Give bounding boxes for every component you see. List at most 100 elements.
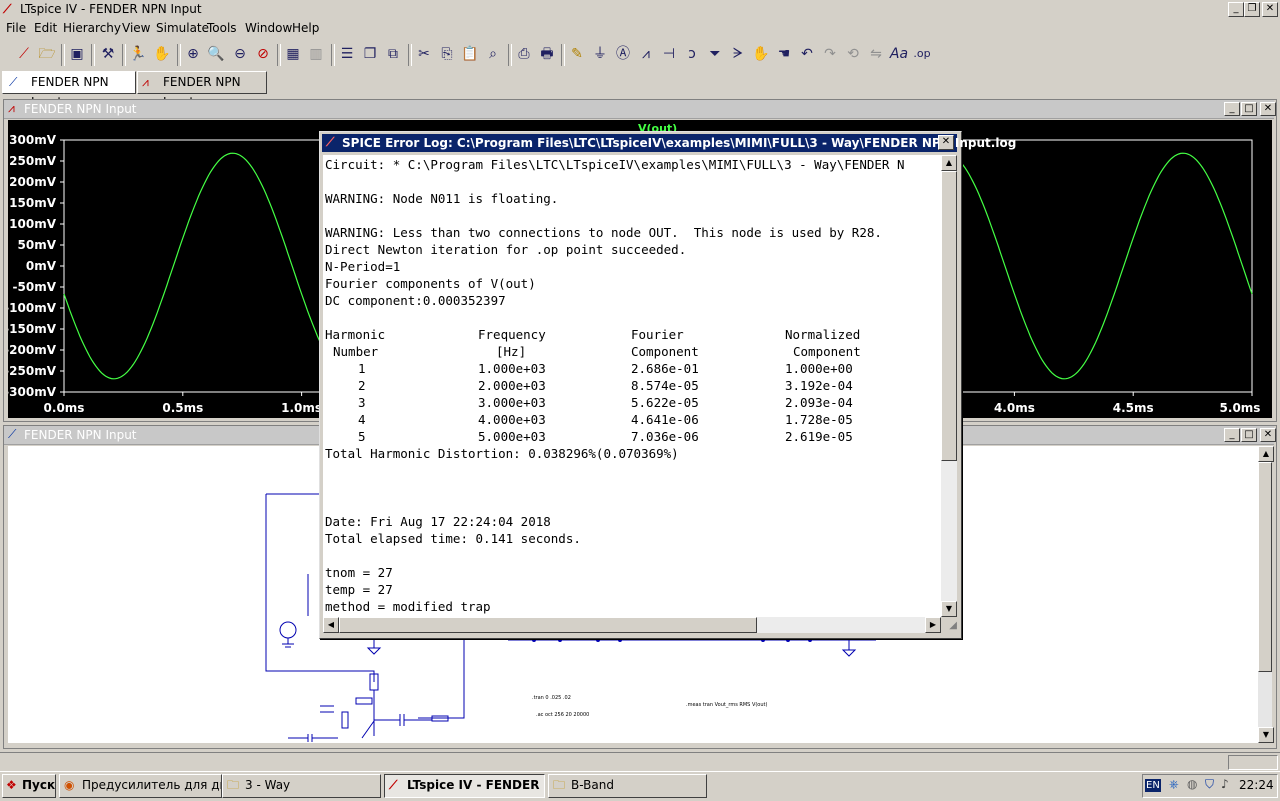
autorange-icon[interactable]: ▦ <box>283 44 303 64</box>
scroll-up-button[interactable]: ▲ <box>1258 446 1274 462</box>
minimize-button[interactable]: _ <box>1224 428 1240 442</box>
signal-source[interactable] <box>279 621 297 639</box>
scroll-up-button[interactable]: ▲ <box>941 155 957 171</box>
run-icon[interactable]: 🏃 <box>128 44 148 64</box>
volume-icon[interactable]: ♪ <box>1221 777 1229 791</box>
close-button[interactable]: ✕ <box>1260 102 1276 116</box>
toolbar-separator <box>177 44 181 66</box>
new-schematic-icon[interactable]: ⟋ <box>14 44 34 64</box>
mirror-icon[interactable]: ⇋ <box>866 44 886 64</box>
resize-grip-icon[interactable]: ◢ <box>943 619 957 633</box>
menu-hierarchy[interactable]: Hierarchy <box>63 21 121 35</box>
transistor[interactable] <box>361 690 375 739</box>
task-browser[interactable]: ◉ Предусилитель для ди... <box>59 774 222 798</box>
spice-directive-ac[interactable]: .ac oct 256 20 20000 <box>536 712 589 718</box>
resistor[interactable] <box>355 697 373 705</box>
ground-icon[interactable]: ⏚ <box>590 44 610 64</box>
log-text-area[interactable]: Circuit: * C:\Program Files\LTC\LTspiceI… <box>323 155 941 617</box>
text-icon[interactable]: Aa <box>889 44 909 64</box>
wire-icon[interactable]: ✎ <box>567 44 587 64</box>
dialog-close-button[interactable]: ✕ <box>938 135 954 150</box>
task-folder-3way[interactable]: 🗀 3 - Way <box>222 774 381 798</box>
menu-tools[interactable]: Tools <box>207 21 237 35</box>
network-icon[interactable]: ⎈ <box>1169 777 1179 792</box>
maximize-button[interactable]: □ <box>1241 428 1257 442</box>
scroll-down-button[interactable]: ▼ <box>1258 727 1274 743</box>
spice-directive-tran[interactable]: .tran 0 .025 .02 <box>532 695 571 701</box>
tab-schematic[interactable]: ⟋ FENDER NPN Input <box>2 71 136 109</box>
y-tick-label: 250mV <box>9 154 57 168</box>
task-folder-bband[interactable]: 🗀 B-Band <box>548 774 707 798</box>
diode-icon[interactable]: ⏷ <box>705 44 725 64</box>
zoom-out-icon[interactable]: ⊖ <box>230 44 250 64</box>
print-icon[interactable]: 🖶 <box>537 44 557 64</box>
rotate-icon[interactable]: ⟲ <box>843 44 863 64</box>
y-tick-label: -50mV <box>13 280 57 294</box>
find-icon[interactable]: ⌕ <box>483 44 503 64</box>
pan-icon[interactable]: 🔍 <box>206 44 226 64</box>
cascade-icon[interactable]: ❐ <box>360 44 380 64</box>
redo-icon[interactable]: ↷ <box>820 44 840 64</box>
spice-directive-icon[interactable]: .op <box>912 44 932 64</box>
maximize-button[interactable]: □ <box>1241 102 1257 116</box>
scroll-left-button[interactable]: ◀ <box>323 617 339 633</box>
save-icon[interactable]: ▣ <box>67 44 87 64</box>
drag-icon[interactable]: ☚ <box>774 44 794 64</box>
close-button[interactable]: ✕ <box>1260 428 1276 442</box>
menu-help[interactable]: Help <box>292 21 319 35</box>
scroll-thumb[interactable] <box>339 617 757 633</box>
cut-icon[interactable]: ✂ <box>414 44 434 64</box>
zoom-fit-icon[interactable]: ⊘ <box>253 44 273 64</box>
minimize-button[interactable]: _ <box>1224 102 1240 116</box>
y-tick-label: -250mV <box>8 364 57 378</box>
component-icon[interactable]: ᗒ <box>728 44 748 64</box>
log-vertical-scrollbar[interactable]: ▲ ▼ <box>941 155 957 617</box>
antivirus-icon[interactable]: ⛉ <box>1205 777 1214 792</box>
grid-icon[interactable]: ▥ <box>306 44 326 64</box>
table-cell: 2.619e-05 <box>785 429 853 444</box>
clock[interactable]: 22:24 <box>1239 778 1274 792</box>
capacitor[interactable] <box>307 705 334 742</box>
copy-icon[interactable]: ⎘ <box>437 44 457 64</box>
start-button[interactable]: ❖ Пуск <box>2 774 56 798</box>
move-icon[interactable]: ✋ <box>751 44 771 64</box>
tile-horizontal-icon[interactable]: ☰ <box>337 44 357 64</box>
minimize-button[interactable]: _ <box>1228 2 1244 17</box>
inductor-icon[interactable]: ↄ <box>682 44 702 64</box>
folder-icon: 🗀 <box>553 778 566 792</box>
menu-window[interactable]: Window <box>245 21 292 35</box>
capacitor[interactable] <box>374 714 432 726</box>
restore-button[interactable]: ❐ <box>1244 2 1260 17</box>
close-button[interactable]: ✕ <box>1262 2 1278 17</box>
tile-vertical-icon[interactable]: ⧉ <box>383 44 403 64</box>
scroll-thumb[interactable] <box>1258 462 1272 672</box>
task-ltspice[interactable]: ⟋ LTspice IV - FENDER N... <box>384 774 545 798</box>
schematic-vertical-scrollbar[interactable]: ▲ ▼ <box>1258 446 1274 743</box>
resistor-icon[interactable]: ⩘ <box>636 44 656 64</box>
tab-waveform[interactable]: ⩘ FENDER NPN Input <box>137 71 267 109</box>
menu-view[interactable]: View <box>122 21 150 35</box>
toolbar-separator <box>122 44 126 66</box>
label-net-icon[interactable]: Ⓐ <box>613 44 633 64</box>
scroll-down-button[interactable]: ▼ <box>941 601 957 617</box>
language-indicator[interactable]: EN <box>1145 779 1161 792</box>
update-icon[interactable]: ◍ <box>1187 777 1197 791</box>
zoom-in-icon[interactable]: ⊕ <box>183 44 203 64</box>
undo-icon[interactable]: ↶ <box>797 44 817 64</box>
scroll-right-button[interactable]: ▶ <box>925 617 941 633</box>
capacitor-icon[interactable]: ⊣ <box>659 44 679 64</box>
scroll-thumb[interactable] <box>941 171 957 461</box>
menu-edit[interactable]: Edit <box>34 21 57 35</box>
halt-icon[interactable]: ✋ <box>152 44 172 64</box>
status-bar <box>0 752 1280 771</box>
menu-simulate[interactable]: Simulate <box>156 21 209 35</box>
resistor[interactable] <box>341 711 349 729</box>
open-folder-icon[interactable]: 🗁 <box>37 44 57 64</box>
ground-symbol <box>282 638 294 648</box>
print-preview-icon[interactable]: ⎙ <box>514 44 534 64</box>
spice-directive-meas[interactable]: .meas tran Vout_rms RMS V(out) <box>686 702 767 708</box>
menu-file[interactable]: File <box>6 21 26 35</box>
control-panel-icon[interactable]: ⚒ <box>98 44 118 64</box>
log-horizontal-scrollbar[interactable]: ◀ ▶ <box>323 617 941 633</box>
paste-icon[interactable]: 📋 <box>460 44 480 64</box>
